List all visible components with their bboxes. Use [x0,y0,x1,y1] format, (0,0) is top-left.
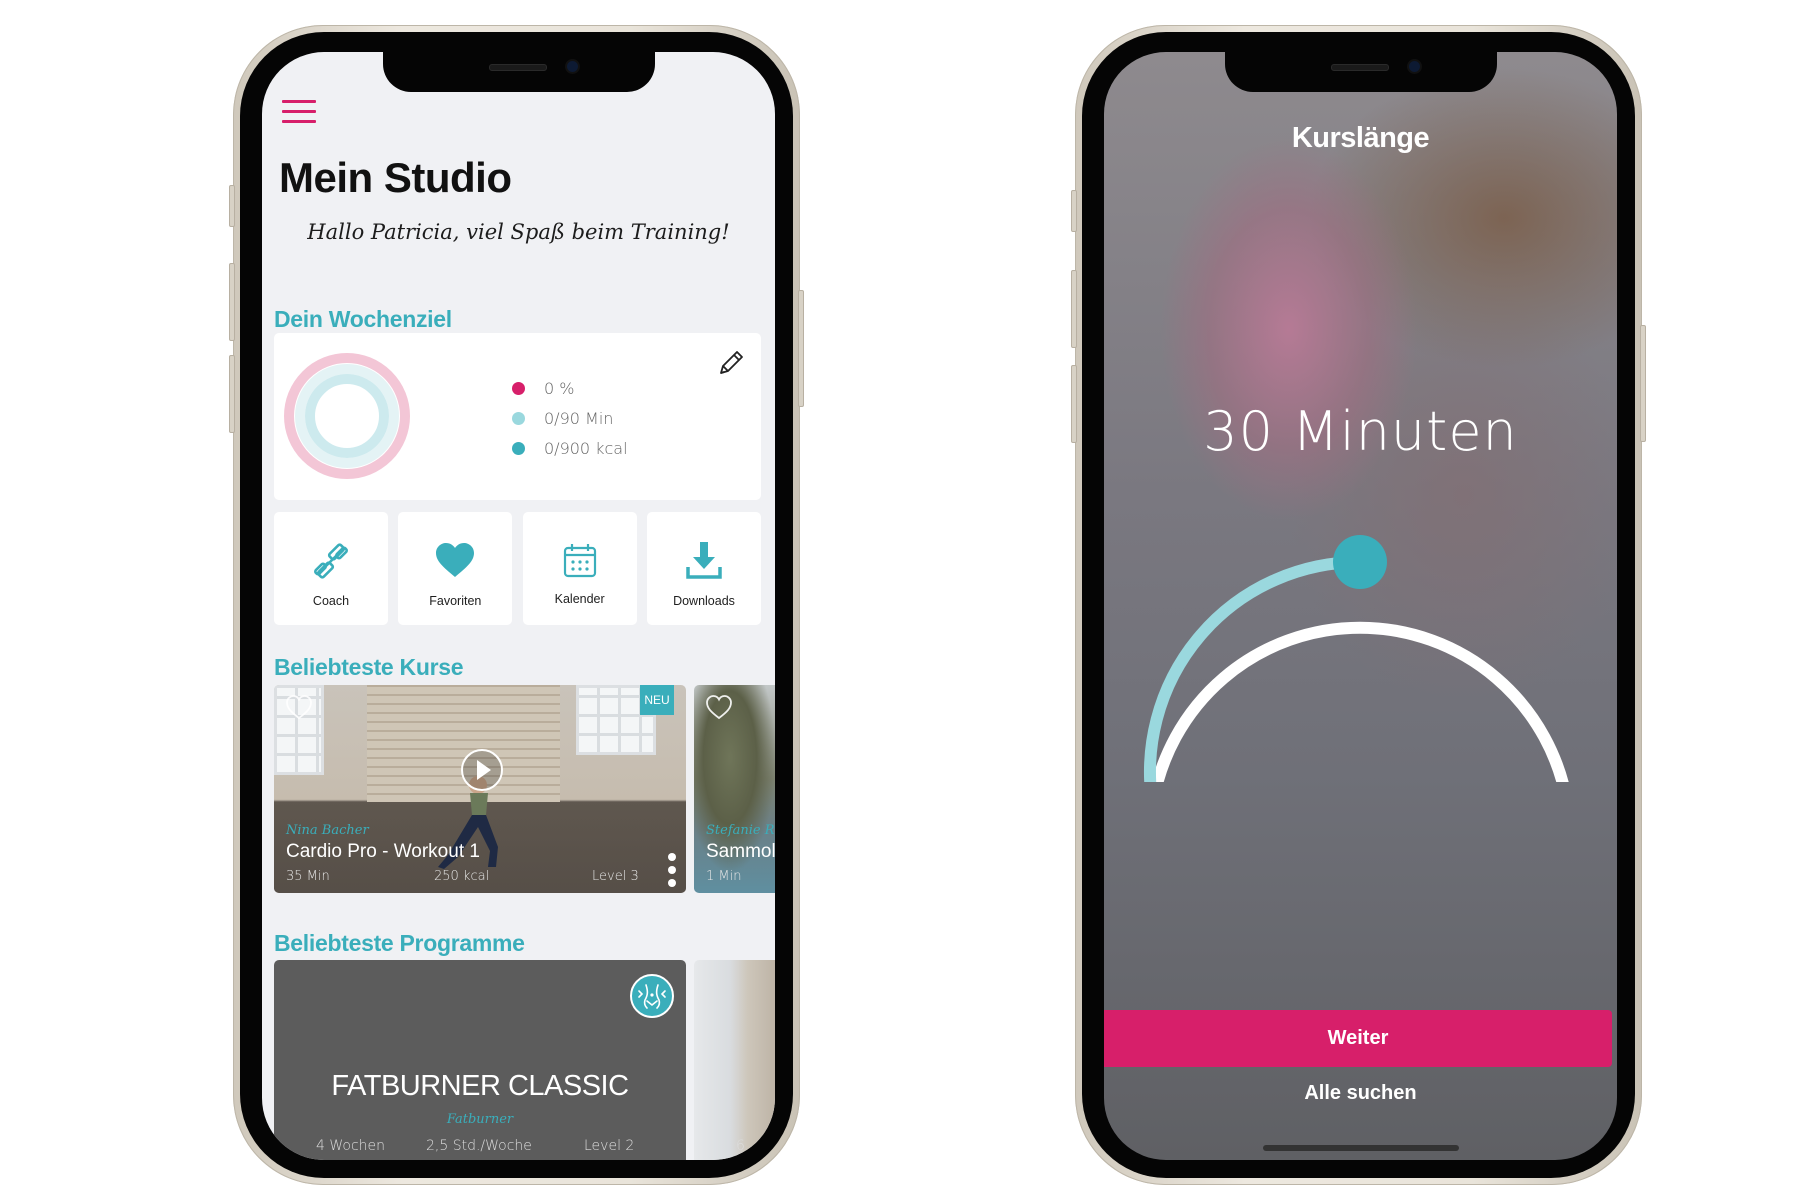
home-indicator[interactable] [1262,1145,1459,1151]
goal-rings-chart [282,351,412,481]
legend-item-percent: 0 % [512,373,628,403]
goal-legend: 0 % 0/90 Min 0/900 kcal [512,373,628,463]
power-button [1640,325,1646,442]
continue-button[interactable]: Weiter [1104,1010,1612,1067]
course-trainer: Stefanie R [706,823,775,838]
program-weeks: 6 [736,1138,745,1154]
page-title: Mein Studio [279,154,512,201]
right-phone-frame: Kurslänge 30 Minuten Weiter Alle suchen [1071,25,1646,1185]
course-card[interactable]: Stefanie R Sammola 1 Min [694,685,775,893]
legend-item-minutes: 0/90 Min [512,403,628,433]
dumbbell-icon [309,539,353,583]
notch [382,52,655,92]
program-weeks: 4 Wochen [316,1138,386,1154]
popular-courses-heading: Beliebteste Kurse [274,654,464,680]
home-screen: Mein Studio Hallo Patricia, viel Spaß be… [262,52,775,1160]
program-title: FATBURNER CLASSIC [331,1070,629,1102]
course-length-screen: Kurslänge 30 Minuten Weiter Alle suchen [1104,52,1617,1160]
pencil-icon[interactable] [715,347,747,379]
tile-label: Kalender [554,592,605,606]
slider-fill [1144,556,1366,782]
tile-favoriten[interactable]: Favoriten [398,512,513,625]
program-category: Fatburner [446,1112,514,1127]
heart-icon [433,539,477,583]
tile-label: Favoriten [429,594,482,608]
quick-links: Coach Favoriten Kalender Downloads [274,512,761,625]
volume-up-button [1071,270,1077,348]
download-icon [682,539,726,583]
duration-slider[interactable] [1104,452,1617,782]
mute-switch [1071,190,1077,232]
program-card[interactable]: 6 [694,960,775,1160]
legend-dot [512,441,525,455]
volume-down-button [229,355,235,433]
play-button[interactable] [461,749,503,791]
tile-label: Downloads [673,594,735,608]
legend-item-kcal: 0/900 kcal [512,433,628,463]
notch [1224,52,1497,92]
favorite-heart-icon[interactable] [704,693,734,721]
screen-title: Kurslänge [1291,122,1430,154]
legend-label: 0/90 Min [544,408,614,428]
course-card[interactable]: NEU Nina Bacher Cardio Pro - Workout 1 3… [274,685,686,893]
favorite-heart-icon[interactable] [284,693,314,721]
legend-dot [512,381,525,395]
tile-label: Coach [312,594,350,608]
weekly-goal-heading: Dein Wochenziel [274,306,452,332]
tile-downloads[interactable]: Downloads [646,512,761,625]
mute-switch [229,185,235,227]
course-kcal: 250 kcal [434,869,490,884]
hamburger-icon[interactable] [282,100,316,124]
program-level: Level 2 [584,1138,635,1154]
course-title: Sammola [706,841,775,862]
course-level: Level 3 [592,869,639,884]
program-card[interactable]: FATBURNER CLASSIC Fatburner 4 Wochen 2,5… [274,960,686,1160]
new-badge: NEU [640,685,674,715]
body-waist-icon[interactable] [630,974,674,1018]
left-phone-frame: Mein Studio Hallo Patricia, viel Spaß be… [229,25,804,1185]
tile-kalender[interactable]: Kalender [522,512,637,625]
ring-kcal [305,374,389,458]
more-options-icon[interactable] [668,853,676,887]
popular-programs-heading: Beliebteste Programme [274,930,525,956]
legend-label: 0 % [544,378,575,398]
volume-up-button [229,263,235,341]
course-title: Cardio Pro - Workout 1 [286,841,480,862]
course-duration: 35 Min [286,869,330,884]
slider-track [1151,621,1569,782]
tile-coach[interactable]: Coach [274,512,388,625]
volume-down-button [1071,365,1077,443]
weekly-goal-card[interactable]: 0 % 0/90 Min 0/900 kcal [274,333,761,500]
program-hours: 2,5 Std./Woche [426,1138,532,1154]
course-trainer: Nina Bacher [286,823,369,838]
power-button [798,290,804,407]
greeting-text: Hallo Patricia, viel Spaß beim Training! [307,220,730,244]
search-all-button[interactable]: Alle suchen [1104,1082,1617,1105]
course-duration: 1 Min [706,869,742,884]
legend-dot [512,411,525,425]
calendar-icon [558,539,602,583]
legend-label: 0/900 kcal [544,438,628,458]
slider-handle[interactable] [1333,535,1387,589]
